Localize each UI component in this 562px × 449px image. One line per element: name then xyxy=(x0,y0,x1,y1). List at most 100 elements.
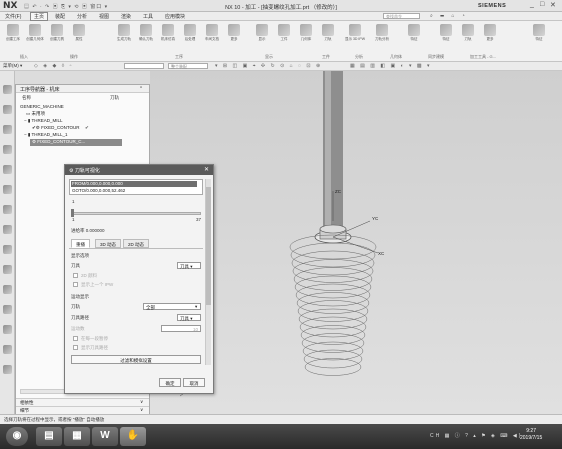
motion-count-input[interactable]: 10 xyxy=(161,325,201,332)
help-icons[interactable]: ⌕ ☰ ⌂ ◔ xyxy=(430,13,468,19)
start-button[interactable]: ◉ xyxy=(6,427,28,446)
filter-settings-button[interactable]: 过滤和模拟设置 xyxy=(71,355,201,364)
playback-slider-track[interactable] xyxy=(71,212,201,215)
generate-toolpath-button[interactable]: 生成刀轨 xyxy=(115,24,133,42)
machine-tool-navigator-icon[interactable] xyxy=(3,105,12,114)
show-prev-ipw-checkbox[interactable] xyxy=(73,282,78,287)
clock[interactable]: 9:27 2019/7/15 xyxy=(520,428,542,442)
create-geometry-button[interactable]: 创建几何体 xyxy=(26,24,44,42)
feature-button-1[interactable]: 特征 xyxy=(405,24,423,42)
snap-icons[interactable]: ▾ ⊞ ◫ ▣ ⌖ ✣ ↻ ⊙ ⌂ ◌ ⊡ ⊕ xyxy=(215,63,322,69)
nx-taskbar-button[interactable]: ✋ xyxy=(120,427,146,446)
maximize-button[interactable]: □ xyxy=(540,1,544,8)
tab-applications[interactable]: 应用模块 xyxy=(162,13,188,20)
geometry-button[interactable]: 几何体 xyxy=(297,24,315,42)
more-button-2[interactable]: 更多 xyxy=(481,24,499,42)
palette-icon[interactable] xyxy=(3,305,12,314)
tool-display-select[interactable]: 刀具 ▾ xyxy=(177,262,201,269)
hd3d-tools-icon[interactable] xyxy=(3,165,12,174)
toolpath-icon xyxy=(322,24,334,36)
verify-toolpath-button[interactable]: 确认刀轨 xyxy=(137,24,155,42)
more-button[interactable]: 更多 xyxy=(225,24,243,42)
web-browser-icon[interactable] xyxy=(3,185,12,194)
toolpath-select[interactable]: 全部 ▾ xyxy=(143,303,201,310)
dialog-scrollbar[interactable] xyxy=(205,179,211,365)
tree-row-fixed-contour-copy[interactable]: ⚙ FIXED_CONTOUR_C... xyxy=(30,139,122,146)
scope-filter-combo[interactable]: 整个装配 xyxy=(168,63,208,69)
show-tool-path-checkbox[interactable] xyxy=(73,345,78,350)
toolpath-button[interactable]: 刀轨 xyxy=(319,24,337,42)
system-tray[interactable]: CH ▦ ⓘ ? ▴ ⚑ ◈ ⌨ ◀) xyxy=(430,432,522,439)
roles-icon[interactable] xyxy=(3,245,12,254)
shop-doc-button[interactable]: 车间文档 xyxy=(203,24,221,42)
pause-each-checkbox[interactable] xyxy=(73,336,78,341)
tree-row-thread-mill[interactable]: − ▮ THREAD_MILL xyxy=(16,118,149,125)
history-icon[interactable] xyxy=(3,205,12,214)
dialog-close-icon[interactable]: ✕ xyxy=(204,166,209,173)
tool-path-select[interactable]: 刀具 ▾ xyxy=(177,314,201,321)
tree-row-thread-mill-1[interactable]: − ▮ THREAD_MILL_1 xyxy=(16,132,149,139)
view-icons[interactable]: ▦ ▤ ▥ ◧ ▣ ◐ ▾ ▩ ▾ xyxy=(350,63,432,69)
system-scene-icon[interactable] xyxy=(3,265,12,274)
workpiece-button[interactable]: 工件 xyxy=(275,24,293,42)
tab-replay[interactable]: 重播 xyxy=(71,239,90,248)
toolpath-edit-button[interactable]: 刀轨 xyxy=(459,24,477,42)
column-toolpath-header[interactable]: 刀轨 xyxy=(110,95,119,101)
title-bar: NX ▤ ↶ · ↷ ▣ ⎘ ▾ ⟲ ▣ 窗口 ▾ NX 10 - 加工 - [… xyxy=(0,0,562,12)
command-search-input[interactable]: 查找命令 xyxy=(383,13,420,19)
navigator-close-icon[interactable]: ▫ xyxy=(140,85,142,91)
selection-icons[interactable]: ◇ ◈ ◆ ◊ ▫ xyxy=(34,63,73,69)
tab-assembly[interactable]: 装配 xyxy=(52,13,68,20)
properties-button[interactable]: 属性 xyxy=(70,24,88,42)
feature-button-3[interactable]: 特征 xyxy=(530,24,548,42)
toolpath-line-selected[interactable]: FROM/0.000,0.000,0.000 xyxy=(71,181,197,187)
minimize-button[interactable]: _ xyxy=(530,1,534,8)
files-taskbar-button[interactable]: ▦ xyxy=(64,427,90,446)
operation-navigator-icon[interactable] xyxy=(3,85,12,94)
type-filter-combo[interactable] xyxy=(124,63,164,69)
tab-render[interactable]: 渲染 xyxy=(118,13,134,20)
create-operation-button[interactable]: 创建工序 xyxy=(4,24,22,42)
2d-paint-checkbox[interactable] xyxy=(73,273,78,278)
resource-bar xyxy=(0,71,15,414)
close-button[interactable]: ✕ xyxy=(550,1,556,9)
playback-slider-thumb[interactable] xyxy=(71,209,74,217)
tree-row-generic-machine[interactable]: GENERIC_MACHINE xyxy=(16,104,149,111)
clock-icon[interactable] xyxy=(3,285,12,294)
display-button[interactable]: 显示 xyxy=(253,24,271,42)
tab-home[interactable]: 主页 xyxy=(30,12,49,21)
machine-simulation-button[interactable]: 机床仿真 xyxy=(159,24,177,42)
process-studio-icon[interactable] xyxy=(3,225,12,234)
toolpath-analysis-button[interactable]: 刀轨分析 xyxy=(373,24,391,42)
menu-button[interactable]: 菜单(M) ▾ xyxy=(3,63,22,69)
toolpath-listing[interactable]: FROM/0.000,0.000,0.000 GOTO/0.000,0.000,… xyxy=(69,179,203,195)
tree-row-unused[interactable]: ▭ 未用项 xyxy=(16,111,149,118)
menu-file[interactable]: 文件(F) xyxy=(2,13,24,20)
ok-button[interactable]: 确定 xyxy=(159,378,181,387)
column-name-header[interactable]: 名称 xyxy=(22,95,31,101)
dialog-scrollbar-thumb[interactable] xyxy=(206,187,211,305)
tab-analysis[interactable]: 分析 xyxy=(74,13,90,20)
word-taskbar-button[interactable]: W xyxy=(92,427,118,446)
toolpath-line[interactable]: GOTO/0.000,0.000,52.462 xyxy=(71,188,197,194)
sketch-icon[interactable] xyxy=(3,325,12,334)
tab-tools[interactable]: 工具 xyxy=(140,13,156,20)
assembly-icon[interactable] xyxy=(3,345,12,354)
dialog-titlebar[interactable]: ⚙ 刀轨可视化 xyxy=(65,165,213,175)
feature-button-2[interactable]: 特征 xyxy=(437,24,455,42)
layers-icon[interactable] xyxy=(3,365,12,374)
postprocess-button[interactable]: 后处理 xyxy=(181,24,199,42)
tree-row-fixed-contour[interactable]: ✔⚙ FIXED_CONTOUR ✔ xyxy=(16,125,149,132)
dependencies-panel[interactable]: 相依性 ∨ xyxy=(16,398,149,406)
tab-2d-dynamic[interactable]: 2D 动态 xyxy=(123,239,150,248)
tab-view[interactable]: 视图 xyxy=(96,13,112,20)
part-navigator-icon[interactable] xyxy=(3,125,12,134)
details-panel[interactable]: 细节 ∨ xyxy=(16,406,149,414)
reuse-library-icon[interactable] xyxy=(3,145,12,154)
create-tool-button[interactable]: 创建刀具 xyxy=(48,24,66,42)
cancel-button[interactable]: 取消 xyxy=(183,378,205,387)
show-3d-ipw-button[interactable]: 显示 3D IPW xyxy=(341,24,369,42)
explorer-taskbar-button[interactable]: ▤ xyxy=(36,427,62,446)
clock-time: 9:27 xyxy=(526,428,536,434)
tab-3d-dynamic[interactable]: 3D 动态 xyxy=(95,239,122,248)
